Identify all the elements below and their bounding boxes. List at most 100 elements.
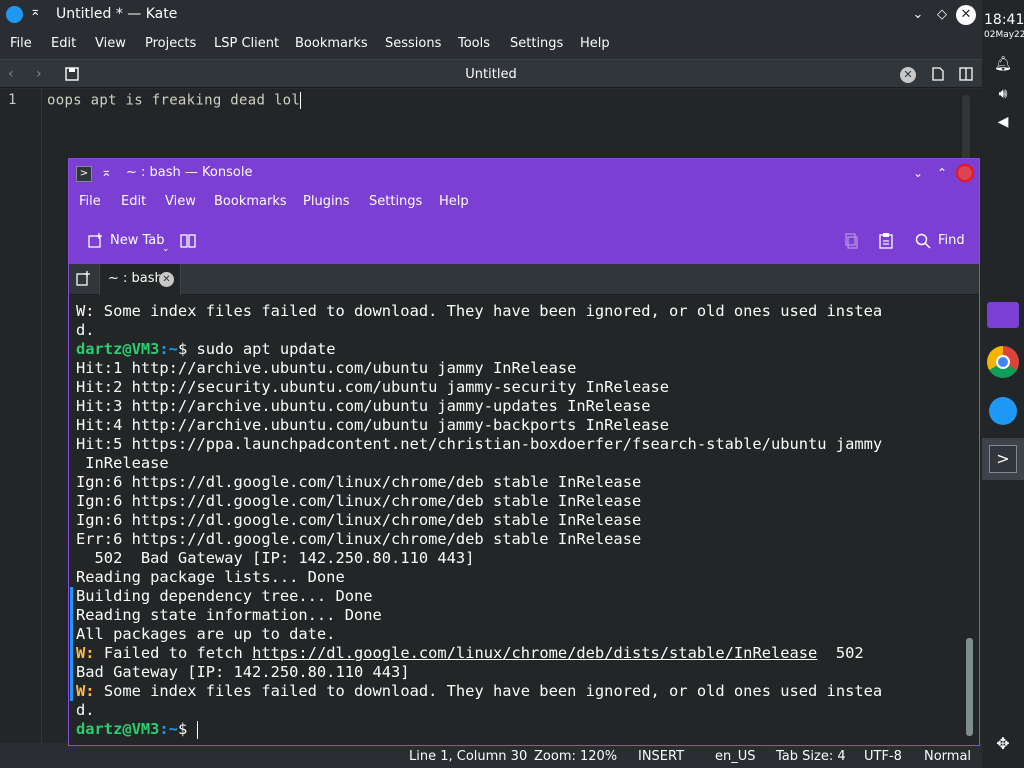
- terminal-warning-line: W: Some index files failed to download. …: [76, 682, 882, 701]
- maximize-button[interactable]: ◇: [932, 5, 952, 25]
- terminal-prompt-line: dartz@VM3:~$ sudo apt update: [76, 340, 336, 359]
- failed-url-link[interactable]: https://dl.google.com/linux/chrome/deb/d…: [252, 644, 817, 662]
- find-button[interactable]: Find: [938, 233, 965, 248]
- menu-bookmarks[interactable]: Bookmarks: [214, 194, 287, 209]
- cursor-position[interactable]: Line 1, Column 30: [409, 749, 527, 764]
- notifications-icon[interactable]: 🔔︎: [994, 55, 1012, 73]
- konsole-window: > ⌅ ~ : bash — Konsole ⌄ ⌃ ✕ File Edit V…: [68, 158, 980, 746]
- editor-line-text[interactable]: oops apt is freaking dead lol: [47, 93, 300, 109]
- terminal-line: InRelease: [76, 454, 169, 472]
- close-document-icon[interactable]: ✕: [900, 67, 916, 83]
- menu-tools[interactable]: Tools: [458, 36, 490, 51]
- plasma-panel: 18:41 02May22 🔔︎ 🔊︎ ◀ > ✥: [982, 0, 1024, 768]
- panel-settings-icon[interactable]: ✥: [994, 735, 1012, 753]
- terminal-line: All packages are up to date.: [76, 625, 336, 643]
- kate-window-title: Untitled * — Kate: [56, 6, 178, 22]
- menu-view[interactable]: View: [165, 194, 196, 209]
- close-button[interactable]: ✕: [956, 5, 976, 25]
- close-button[interactable]: ✕: [956, 164, 974, 182]
- tab-label: ~ : bash: [108, 271, 163, 286]
- prompt-user: dartz@VM3: [76, 720, 160, 738]
- paste-icon[interactable]: [878, 233, 894, 249]
- keep-above-icon[interactable]: ⌅: [30, 5, 44, 19]
- terminal-scrollbar[interactable]: [966, 638, 973, 736]
- tab-size[interactable]: Tab Size: 4: [776, 749, 846, 764]
- encoding[interactable]: UTF-8: [864, 749, 902, 764]
- input-mode-insert[interactable]: INSERT: [638, 749, 684, 764]
- menu-edit[interactable]: Edit: [121, 194, 146, 209]
- line-number-gutter: 1: [0, 89, 42, 743]
- clock-date[interactable]: 02May22: [984, 30, 1024, 40]
- terminal-line: Bad Gateway [IP: 142.250.80.110 443]: [76, 663, 410, 681]
- warning-prefix: W:: [76, 682, 95, 700]
- keep-above-icon[interactable]: ⌅: [101, 165, 112, 180]
- tab-menu-icon[interactable]: [75, 271, 91, 287]
- new-tab-button[interactable]: New Tab: [110, 233, 165, 248]
- zoom-level[interactable]: Zoom: 120%: [534, 749, 617, 764]
- kate-launcher[interactable]: [982, 390, 1024, 432]
- menu-settings[interactable]: Settings: [369, 194, 422, 209]
- terminal-line: d.: [76, 701, 95, 719]
- terminal-line: Reading state information... Done: [76, 606, 382, 624]
- prompt-path: :~: [159, 340, 178, 358]
- menu-view[interactable]: View: [95, 36, 126, 51]
- prompt-symbol: $: [177, 720, 188, 738]
- menu-settings[interactable]: Settings: [510, 36, 563, 51]
- warning-prefix: W:: [76, 644, 95, 662]
- terminal-line: 502 Bad Gateway [IP: 142.250.80.110 443]: [76, 549, 475, 567]
- terminal-line: Reading package lists... Done: [76, 568, 345, 586]
- menu-edit[interactable]: Edit: [51, 36, 76, 51]
- menu-projects[interactable]: Projects: [145, 36, 196, 51]
- menu-plugins[interactable]: Plugins: [303, 194, 350, 209]
- document-tab-title[interactable]: Untitled: [0, 67, 982, 82]
- chrome-launcher[interactable]: [982, 341, 1024, 383]
- kate-statusbar: Line 1, Column 30 Zoom: 120% INSERT en_U…: [0, 745, 982, 768]
- minimize-button[interactable]: ⌄: [909, 164, 927, 182]
- kate-menubar: File Edit View Projects LSP Client Bookm…: [0, 30, 982, 59]
- kate-icon: [989, 397, 1017, 425]
- terminal-line: Hit:5 https://ppa.launchpadcontent.net/c…: [76, 435, 883, 453]
- copy-icon[interactable]: [843, 233, 859, 249]
- output-marker: [70, 587, 73, 701]
- prompt-user: dartz@VM3: [76, 340, 160, 358]
- konsole-toolbar: New Tab ⌄ Find: [69, 218, 979, 264]
- split-view-icon[interactable]: [958, 66, 974, 82]
- warning-text: Failed to fetch: [94, 644, 253, 662]
- menu-help[interactable]: Help: [580, 36, 610, 51]
- konsole-launcher[interactable]: >: [982, 438, 1024, 480]
- kate-app-icon[interactable]: [6, 6, 23, 23]
- konsole-app-icon[interactable]: >: [76, 166, 92, 182]
- file-manager-launcher[interactable]: [982, 293, 1024, 335]
- dictionary-language[interactable]: en_US: [715, 749, 756, 764]
- input-mode[interactable]: Normal: [924, 749, 971, 764]
- tab-bash[interactable]: ~ : bash ✕: [99, 264, 181, 295]
- close-tab-icon[interactable]: ✕: [159, 272, 174, 287]
- menu-sessions[interactable]: Sessions: [385, 36, 441, 51]
- minimize-button[interactable]: ⌄: [908, 5, 928, 25]
- terminal-line: Err:6 https://dl.google.com/linux/chrome…: [76, 530, 642, 548]
- terminal-line: Hit:2 http://security.ubuntu.com/ubuntu …: [76, 378, 670, 396]
- new-document-icon[interactable]: [930, 66, 946, 82]
- new-tab-dropdown-icon[interactable]: ⌄: [162, 244, 170, 254]
- menu-help[interactable]: Help: [439, 194, 469, 209]
- volume-icon[interactable]: 🔊︎: [994, 85, 1012, 103]
- chrome-icon-center: [996, 355, 1010, 369]
- menu-lsp-client[interactable]: LSP Client: [214, 36, 279, 51]
- terminal-line: d.: [76, 321, 95, 339]
- split-view-icon[interactable]: [180, 233, 196, 249]
- terminal-line: Ign:6 https://dl.google.com/linux/chrome…: [76, 492, 642, 510]
- expand-tray-icon[interactable]: ◀: [994, 113, 1012, 131]
- terminal-line: Ign:6 https://dl.google.com/linux/chrome…: [76, 511, 642, 529]
- terminal-line: Ign:6 https://dl.google.com/linux/chrome…: [76, 473, 642, 491]
- menu-file[interactable]: File: [79, 194, 101, 209]
- prompt-path: :~: [159, 720, 178, 738]
- menu-bookmarks[interactable]: Bookmarks: [295, 36, 368, 51]
- konsole-tabbar: ~ : bash ✕: [69, 264, 979, 295]
- menu-file[interactable]: File: [10, 36, 32, 51]
- terminal-output[interactable]: W: Some index files failed to download. …: [69, 296, 979, 745]
- new-tab-icon[interactable]: [87, 233, 103, 249]
- maximize-button[interactable]: ⌃: [933, 164, 951, 182]
- clock-time[interactable]: 18:41: [984, 12, 1024, 28]
- konsole-icon: >: [989, 445, 1017, 473]
- search-icon[interactable]: [915, 233, 931, 249]
